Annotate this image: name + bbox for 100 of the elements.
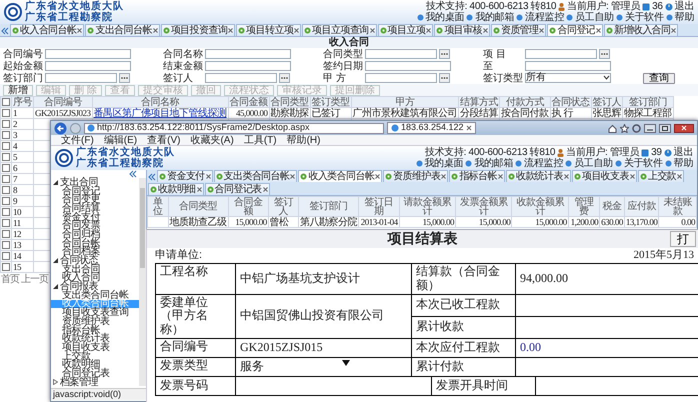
close-icon[interactable]: [674, 124, 694, 132]
settings-icon[interactable]: [632, 124, 641, 132]
power-icon[interactable]: [664, 148, 672, 156]
checkbox[interactable]: [2, 230, 10, 238]
close-icon[interactable]: [564, 174, 569, 179]
close-icon[interactable]: [206, 174, 211, 179]
collapse-icon[interactable]: [1, 26, 9, 36]
message-icon[interactable]: [641, 148, 650, 156]
tree-item[interactable]: 合同归档: [51, 230, 139, 239]
tab[interactable]: 项目审核: [434, 24, 490, 36]
close-icon[interactable]: [630, 174, 635, 179]
browser-tab[interactable]: 183.63.254.122: [387, 122, 476, 134]
close-icon[interactable]: [77, 28, 82, 33]
browse-button[interactable]: [439, 73, 450, 83]
header-link[interactable]: 关于软件: [624, 158, 663, 169]
contract-link[interactable]: 番禺区第广佛项目地下管线探测: [94, 108, 227, 118]
collapse-icon[interactable]: [129, 170, 137, 178]
header-link[interactable]: 我的桌面: [424, 158, 464, 169]
tree-item[interactable]: 支出类合同台帐: [51, 290, 139, 300]
tree-item[interactable]: 项目收支表查询: [51, 308, 139, 317]
checkbox[interactable]: [2, 120, 10, 128]
tree-item[interactable]: 项目收支表: [51, 343, 139, 352]
input-field[interactable]: [365, 73, 437, 83]
tree-item[interactable]: 资金支付: [51, 212, 139, 222]
input-field[interactable]: [205, 49, 291, 59]
checkbox[interactable]: [2, 196, 10, 205]
tree-item[interactable]: 收入合同: [51, 274, 139, 282]
close-icon[interactable]: [228, 28, 234, 33]
checkbox[interactable]: [2, 130, 10, 139]
close-icon[interactable]: [466, 125, 472, 131]
tab[interactable]: 指标台帐: [449, 170, 505, 182]
close-icon[interactable]: [539, 28, 544, 33]
checkbox[interactable]: [2, 262, 10, 271]
header-link[interactable]: 帮助: [674, 158, 693, 169]
star-icon[interactable]: [620, 124, 629, 132]
tab[interactable]: 新增收入合同: [604, 24, 678, 36]
tab[interactable]: 项目立项查询: [302, 24, 377, 36]
tree-item[interactable]: 合同结算: [51, 204, 139, 213]
scrollbar[interactable]: [139, 178, 146, 386]
tab[interactable]: 收入合同台帐: [10, 24, 84, 36]
browse-button[interactable]: [279, 73, 290, 83]
input-field[interactable]: [205, 73, 277, 83]
checkbox[interactable]: [2, 142, 10, 150]
checkbox[interactable]: [2, 218, 10, 227]
logout-link[interactable]: 退出: [674, 147, 693, 158]
toolbar-button[interactable]: 新增: [3, 84, 33, 96]
close-icon[interactable]: [375, 174, 380, 179]
tab[interactable]: 项目收支表: [572, 170, 637, 182]
close-icon[interactable]: [370, 28, 375, 33]
search-button[interactable]: 查询: [643, 72, 675, 84]
menu-item[interactable]: 文件(F): [61, 134, 94, 146]
checkbox[interactable]: [2, 164, 10, 172]
tab[interactable]: 上交款: [638, 170, 684, 182]
tree-item[interactable]: 资质维护表: [51, 317, 139, 326]
type-select[interactable]: 所有: [525, 73, 611, 83]
menu-item[interactable]: 查看(V): [147, 134, 180, 146]
close-icon[interactable]: [426, 28, 432, 33]
logout-link[interactable]: 退出: [674, 1, 694, 12]
input-field[interactable]: [45, 61, 131, 71]
browse-button[interactable]: [119, 73, 130, 83]
header-link[interactable]: 关于软件: [624, 12, 664, 23]
tab[interactable]: 支出类合同台帐: [214, 170, 298, 182]
close-icon[interactable]: [196, 187, 202, 192]
checkbox[interactable]: [2, 174, 10, 183]
tab[interactable]: 合同登记表: [204, 183, 270, 195]
tab[interactable]: 项目转立项: [236, 24, 302, 36]
tab[interactable]: 项目立项: [378, 24, 434, 36]
pager-link[interactable]: 上一页: [21, 274, 48, 285]
minimize-icon[interactable]: [644, 124, 656, 132]
tab[interactable]: 收款统计表: [506, 170, 571, 182]
tab[interactable]: 资金支付: [157, 170, 213, 182]
tree-item[interactable]: 合同发票: [51, 221, 139, 230]
input-field[interactable]: [45, 73, 117, 83]
input-field[interactable]: [45, 49, 131, 59]
menu-item[interactable]: 收藏夹(A): [190, 134, 234, 146]
close-icon[interactable]: [498, 174, 503, 179]
close-icon[interactable]: [294, 28, 300, 33]
close-icon[interactable]: [290, 174, 296, 179]
tree-item[interactable]: 合同登记表: [51, 369, 139, 378]
input-field[interactable]: [365, 61, 451, 71]
maximize-icon[interactable]: [659, 124, 671, 132]
tab[interactable]: 项目投资查询: [160, 24, 236, 36]
checkbox[interactable]: [2, 152, 10, 161]
tab[interactable]: 资质维护表: [383, 170, 448, 182]
checkbox[interactable]: [2, 252, 10, 260]
header-link[interactable]: 我的邮箱: [474, 158, 514, 169]
checkbox[interactable]: [2, 108, 10, 117]
tab[interactable]: 收入类合同台帐: [298, 170, 382, 182]
tree-item[interactable]: 支出合同: [51, 264, 139, 274]
header-link[interactable]: 流程监控: [524, 158, 563, 169]
header-link[interactable]: 我的桌面: [426, 12, 464, 23]
tree-node[interactable]: 档案管理: [51, 378, 139, 386]
print-button[interactable]: 打: [670, 231, 696, 247]
tab[interactable]: 合同登记: [547, 24, 604, 36]
menu-item[interactable]: 编辑(E): [104, 134, 138, 146]
close-icon[interactable]: [262, 187, 268, 192]
tree-item[interactable]: 合同台帐: [51, 238, 139, 248]
checkbox[interactable]: [2, 186, 10, 194]
scrollbar-thumb[interactable]: [140, 188, 145, 268]
tree-item[interactable]: 合同档案: [51, 248, 139, 256]
